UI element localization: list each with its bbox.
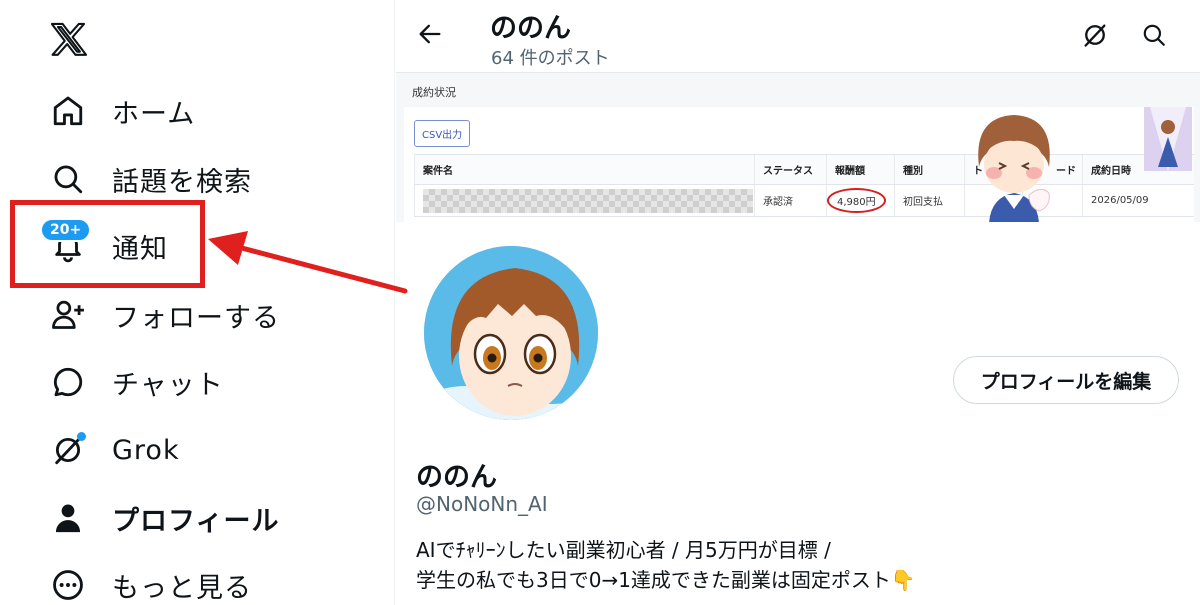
banner-card: CSV出力 案件名 ステータス 報酬額 種別 ト ード 成約日時 承認済 4,9… [404,107,1194,222]
sidebar-item-follow[interactable]: フォローする [46,287,376,343]
sidebar: ホーム 話題を検索 20+ 通知 フォローする チャット Grok プロフィール… [0,0,408,605]
annotation-arrow-icon [208,231,408,294]
sidebar-item-label: プロフィール [112,505,280,537]
profile-bio: AIでﾁｬﾘｰﾝしたい副業初心者 / 月5万円が目標 / 学生の私でも3日で0→… [416,535,916,595]
grok-icon [1084,24,1106,47]
date-cell: 2026/05/09 [1082,184,1194,217]
sidebar-item-more[interactable]: もっと見る [46,557,376,605]
search-button[interactable] [1139,20,1169,50]
table-header: ステータス [754,154,827,185]
avatar[interactable] [420,242,602,424]
edit-profile-button[interactable]: プロフィールを編集 [953,356,1179,404]
sidebar-item-grok[interactable]: Grok [46,422,376,478]
anime-sticker-image [978,115,1050,222]
amount-cell: 4,980円 [826,184,895,217]
sidebar-item-label: もっと見る [112,572,252,604]
search-icon [1143,24,1165,46]
profile-banner: 成約状況 CSV出力 案件名 ステータス 報酬額 種別 ト ード 成約日時 承認… [396,72,1200,222]
sidebar-item-label: フォローする [112,302,280,334]
anime-thumbnail-image [1144,107,1192,171]
grok-dot-indicator [77,432,86,441]
profile-header: ののん 64 件のポスト [396,0,1200,72]
bio-line: AIでﾁｬﾘｰﾝしたい副業初心者 / 月5万円が目標 / [416,538,831,562]
table-header-row: 案件名 ステータス 報酬額 種別 ト ード 成約日時 [414,154,1194,185]
redacted-cell [414,184,755,217]
banner-title: 成約状況 [412,86,456,99]
sidebar-item-label: ホーム [112,98,196,130]
x-logo-icon[interactable] [50,20,88,58]
bio-line: 学生の私でも3日で0→1達成できた副業は固定ポスト👇 [416,568,916,592]
annotation-highlight-box [10,200,205,288]
grok-icon [46,428,90,472]
sidebar-item-chat[interactable]: チャット [46,354,376,410]
grok-button[interactable] [1080,20,1110,50]
sidebar-item-home[interactable]: ホーム [46,83,376,139]
sidebar-item-profile[interactable]: プロフィール [46,490,376,546]
header-name: ののん [490,13,571,44]
amount-circled: 4,980円 [827,188,886,213]
sidebar-item-label: Grok [112,434,180,466]
sidebar-item-label: チャット [112,369,224,401]
chat-icon [46,360,90,404]
person-icon [46,496,90,540]
sidebar-item-label: 話題を検索 [112,166,252,198]
profile-main-column: ののん 64 件のポスト 成約状況 CSV出力 案件名 ステータス 報酬額 種別… [396,0,1200,605]
search-icon [46,157,90,201]
back-button[interactable] [414,18,446,50]
type-cell: 初回支払 [894,184,965,217]
profile-handle: @NoNoNn_AI [416,492,548,516]
table-row: 承認済 4,980円 初回支払 2026/05/09 [414,184,1194,217]
status-cell: 承認済 [754,184,827,217]
profile-name: ののん [416,462,497,493]
table-header: 報酬額 [826,154,895,185]
table-header: 案件名 [414,154,755,185]
csv-export-button: CSV出力 [414,120,471,147]
results-table: 案件名 ステータス 報酬額 種別 ト ード 成約日時 承認済 4,980円 初回… [414,154,1194,217]
back-arrow-icon [419,24,441,44]
more-icon [46,563,90,605]
avatar-image [424,246,598,420]
table-header: 種別 [894,154,965,185]
home-icon [46,89,90,133]
mosaic-redaction [423,188,753,213]
post-count: 64 件のポスト [491,48,610,69]
follow-icon [46,293,90,337]
sidebar-item-explore[interactable]: 話題を検索 [46,151,376,207]
